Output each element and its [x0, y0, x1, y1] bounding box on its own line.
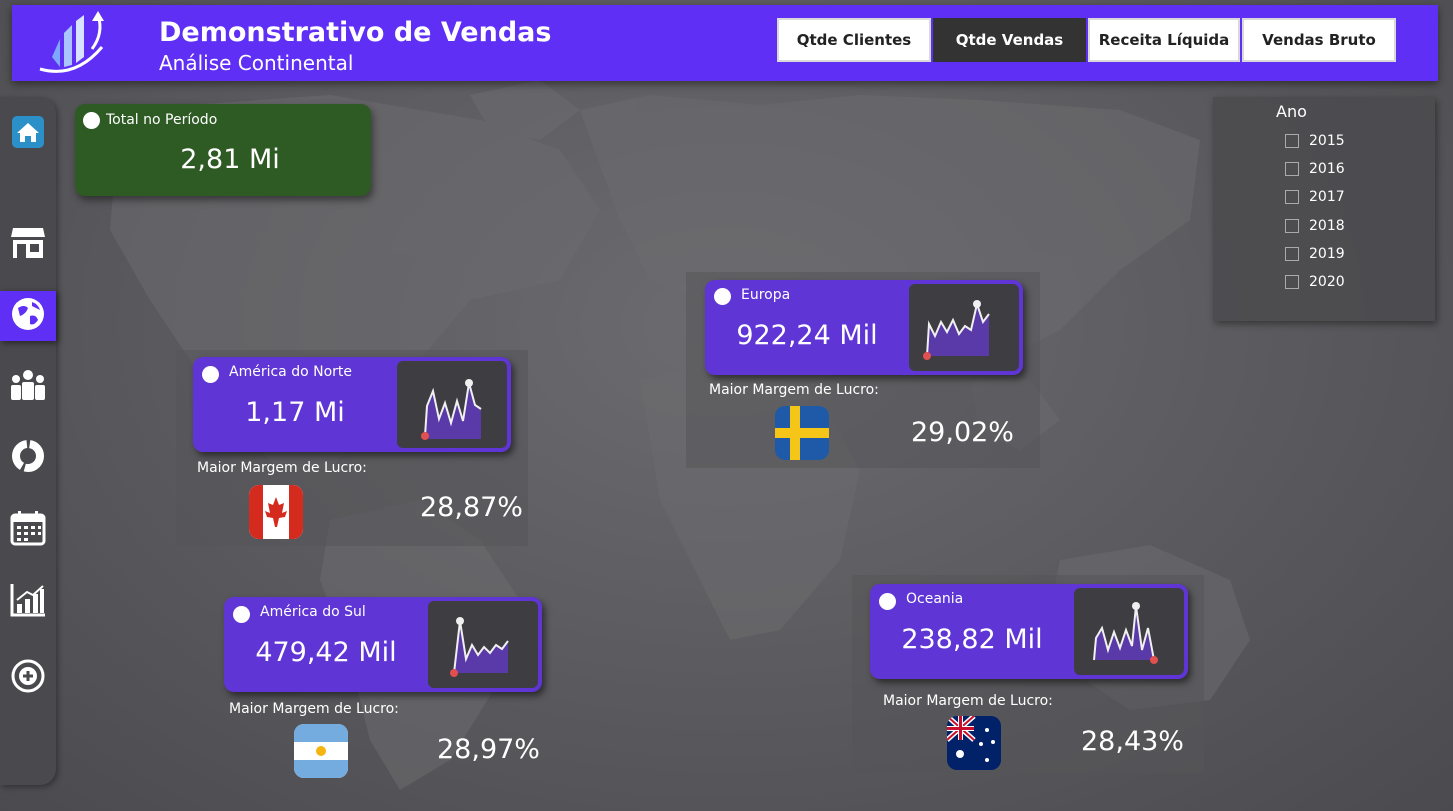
- checkbox[interactable]: [1285, 219, 1299, 233]
- nav-calendar[interactable]: [0, 505, 56, 555]
- app-logo-icon: [30, 9, 112, 77]
- region-value: 922,24 Mil: [736, 320, 878, 351]
- sparkline-chart: [1074, 588, 1184, 675]
- sidebar-nav: [0, 97, 56, 785]
- nav-donut[interactable]: [0, 433, 56, 483]
- nav-add[interactable]: [0, 653, 56, 703]
- checkbox[interactable]: [1285, 134, 1299, 148]
- margin-percent: 28,97%: [437, 734, 540, 765]
- region-value: 238,82 Mil: [901, 624, 1043, 655]
- bar-chart-icon: [9, 582, 47, 622]
- tab-qtde-vendas[interactable]: Qtde Vendas: [933, 18, 1086, 62]
- year-option-2017[interactable]: 2017: [1285, 189, 1345, 205]
- tab-qtde-clientes[interactable]: Qtde Clientes: [777, 18, 931, 62]
- nav-people[interactable]: [0, 362, 56, 412]
- margin-label: Maior Margem de Lucro:: [229, 701, 399, 717]
- region-card-oceania[interactable]: Oceania 238,82 Mil: [870, 584, 1188, 679]
- year-option-2018[interactable]: 2018: [1285, 218, 1345, 234]
- store-icon: [10, 224, 46, 264]
- margin-percent: 28,87%: [420, 492, 523, 523]
- sparkline-chart: [397, 361, 507, 448]
- year-label: 2015: [1309, 133, 1345, 149]
- bullet-dot: [202, 366, 219, 383]
- sparkline-chart: [428, 601, 538, 688]
- checkbox[interactable]: [1285, 162, 1299, 176]
- margin-percent: 29,02%: [911, 417, 1014, 448]
- tab-receita-liquida[interactable]: Receita Líquida: [1088, 18, 1240, 62]
- year-option-2015[interactable]: 2015: [1285, 133, 1345, 149]
- year-label: 2019: [1309, 246, 1345, 262]
- region-card-south-america[interactable]: América do Sul 479,42 Mil: [224, 597, 542, 692]
- year-label: 2020: [1309, 274, 1345, 290]
- bullet-dot: [714, 288, 731, 305]
- sparkline-chart: [909, 284, 1019, 371]
- nav-bar-chart[interactable]: [0, 577, 56, 627]
- margin-label: Maior Margem de Lucro:: [197, 460, 367, 476]
- nav-home[interactable]: [0, 109, 56, 159]
- globe-icon: [10, 296, 46, 336]
- donut-chart-icon: [10, 438, 46, 478]
- region-value: 1,17 Mi: [245, 397, 345, 428]
- year-option-2019[interactable]: 2019: [1285, 246, 1345, 262]
- checkbox[interactable]: [1285, 247, 1299, 261]
- region-name: Europa: [741, 287, 791, 303]
- region-name: América do Norte: [229, 364, 352, 380]
- canada-flag-icon: [249, 485, 303, 539]
- bullet-dot: [879, 593, 896, 610]
- total-value: 2,81 Mi: [180, 144, 280, 175]
- sweden-flag-icon: [775, 406, 829, 460]
- margin-percent: 28,43%: [1081, 726, 1184, 757]
- year-option-2016[interactable]: 2016: [1285, 161, 1345, 177]
- year-label: 2016: [1309, 161, 1345, 177]
- nav-store[interactable]: [0, 219, 56, 269]
- tab-vendas-bruto[interactable]: Vendas Bruto: [1242, 18, 1396, 62]
- total-period-card: Total no Período 2,81 Mi: [75, 104, 371, 196]
- calendar-icon: [10, 510, 46, 550]
- region-name: América do Sul: [260, 604, 366, 620]
- year-label: 2018: [1309, 218, 1345, 234]
- region-value: 479,42 Mil: [255, 637, 397, 668]
- home-icon: [11, 115, 45, 153]
- page-subtitle: Análise Continental: [159, 51, 354, 75]
- header-bar: Demonstrativo de Vendas Análise Continen…: [12, 5, 1438, 81]
- region-card-europe[interactable]: Europa 922,24 Mil: [705, 280, 1023, 375]
- argentina-flag-icon: [294, 724, 348, 778]
- year-label: 2017: [1309, 189, 1345, 205]
- region-name: Oceania: [906, 591, 964, 607]
- checkbox[interactable]: [1285, 190, 1299, 204]
- year-filter-panel: Ano 2015 2016 2017 2018 2019 2020: [1213, 97, 1435, 321]
- page-title: Demonstrativo de Vendas: [159, 17, 552, 48]
- bullet-dot: [83, 112, 100, 129]
- nav-globe[interactable]: [0, 291, 56, 341]
- margin-label: Maior Margem de Lucro:: [883, 693, 1053, 709]
- add-target-icon: [10, 658, 46, 698]
- metric-tabs: Qtde Clientes Qtde Vendas Receita Líquid…: [777, 18, 1396, 62]
- year-filter-title: Ano: [1276, 102, 1307, 121]
- australia-flag-icon: [947, 716, 1001, 770]
- margin-label: Maior Margem de Lucro:: [709, 382, 879, 398]
- people-icon: [9, 367, 47, 407]
- checkbox[interactable]: [1285, 275, 1299, 289]
- total-label: Total no Período: [106, 112, 218, 128]
- bullet-dot: [233, 606, 250, 623]
- region-card-north-america[interactable]: América do Norte 1,17 Mi: [193, 357, 511, 452]
- year-option-2020[interactable]: 2020: [1285, 274, 1345, 290]
